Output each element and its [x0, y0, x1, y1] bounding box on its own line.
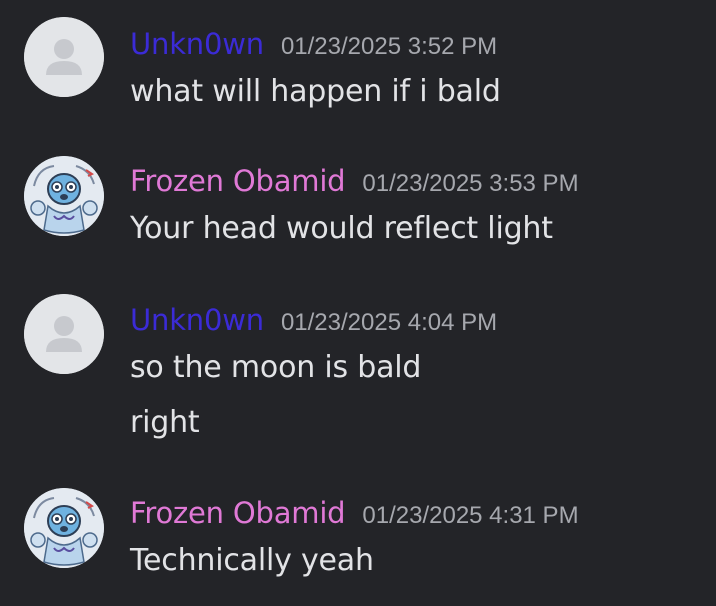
- message-text: right: [130, 405, 200, 440]
- username[interactable]: Unkn0wn: [130, 306, 264, 335]
- username[interactable]: Frozen Obamid: [130, 167, 346, 196]
- message-timestamp[interactable]: 01/23/2025 4:04 PM: [281, 311, 497, 335]
- message-timestamp[interactable]: 01/23/2025 3:53 PM: [362, 172, 578, 196]
- message-timestamp[interactable]: 01/23/2025 3:52 PM: [281, 35, 497, 59]
- message-header: Unkn0wn 01/23/2025 4:04 PM: [130, 306, 497, 335]
- cartoon-character-avatar[interactable]: [24, 488, 104, 568]
- default-user-avatar-icon[interactable]: [24, 294, 104, 374]
- message-header: Frozen Obamid 01/23/2025 3:53 PM: [130, 167, 579, 196]
- username[interactable]: Frozen Obamid: [130, 499, 346, 528]
- message-text: so the moon is bald: [130, 350, 422, 385]
- username[interactable]: Unkn0wn: [130, 30, 264, 59]
- chat-message-list: Unkn0wn 01/23/2025 3:52 PM what will hap…: [0, 0, 716, 606]
- message-text: Your head would reflect light: [130, 211, 553, 246]
- default-user-avatar-icon[interactable]: [24, 17, 104, 97]
- message-header: Frozen Obamid 01/23/2025 4:31 PM: [130, 499, 579, 528]
- message-text: what will happen if i bald: [130, 74, 501, 109]
- message-header: Unkn0wn 01/23/2025 3:52 PM: [130, 30, 497, 59]
- message-timestamp[interactable]: 01/23/2025 4:31 PM: [362, 504, 578, 528]
- cartoon-character-avatar[interactable]: [24, 156, 104, 236]
- message-text: Technically yeah: [130, 543, 374, 578]
